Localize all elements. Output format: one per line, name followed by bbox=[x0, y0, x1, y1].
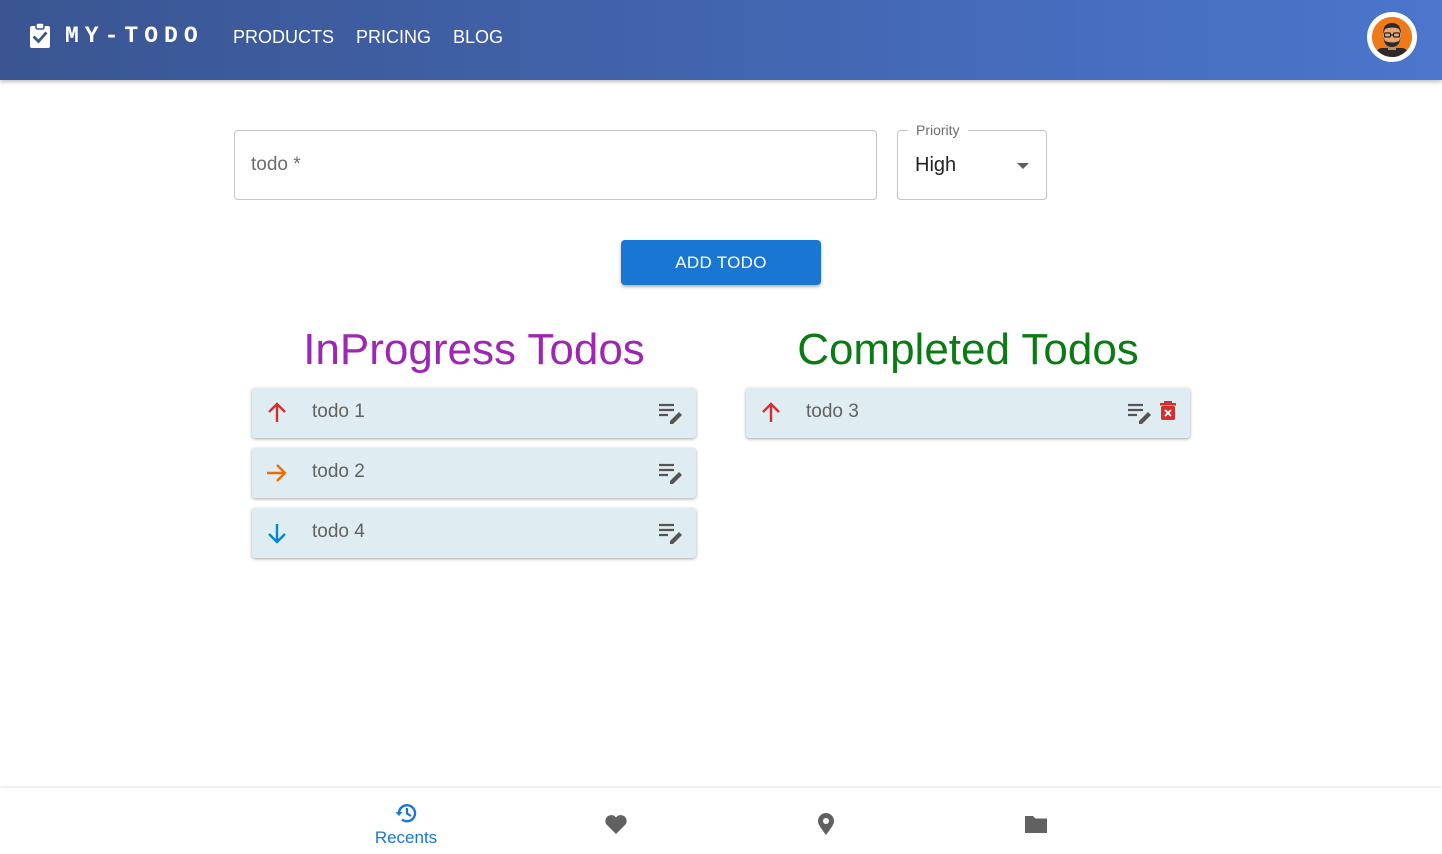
brand[interactable]: MY-TODO bbox=[28, 22, 204, 50]
top-nav: PRODUCTS PRICING BLOG bbox=[223, 26, 513, 48]
edit-note-icon[interactable] bbox=[658, 462, 684, 484]
inprogress-todo-card[interactable]: todo 4 bbox=[252, 508, 696, 558]
completed-todo-card[interactable]: todo 3 bbox=[746, 388, 1190, 438]
todo-text: todo 1 bbox=[312, 401, 365, 422]
bottom-nav-recents[interactable]: Recents bbox=[301, 788, 511, 854]
bottom-nav-folder[interactable] bbox=[931, 788, 1141, 854]
inprogress-title: InProgress Todos bbox=[303, 325, 645, 374]
priority-select[interactable]: Priority High bbox=[897, 121, 1047, 200]
brand-name: MY-TODO bbox=[65, 23, 204, 49]
inprogress-todo-card[interactable]: todo 1 bbox=[252, 388, 696, 438]
bottom-nav-nearby[interactable] bbox=[721, 788, 931, 854]
edit-note-icon[interactable] bbox=[658, 402, 684, 424]
bottom-nav-favorites[interactable] bbox=[511, 788, 721, 854]
arrow-up-icon bbox=[758, 400, 784, 426]
arrow-down-icon bbox=[264, 520, 290, 546]
app-bar: MY-TODO PRODUCTS PRICING BLOG bbox=[0, 0, 1442, 80]
inprogress-todo-card[interactable]: todo 2 bbox=[252, 448, 696, 498]
priority-label: Priority bbox=[908, 121, 968, 139]
todo-field[interactable] bbox=[234, 130, 877, 200]
priority-value: High bbox=[915, 154, 957, 176]
nav-products[interactable]: PRODUCTS bbox=[223, 26, 344, 48]
todo-text: todo 4 bbox=[312, 521, 365, 542]
arrow-right-icon bbox=[264, 460, 290, 486]
caret-down-icon bbox=[1017, 163, 1029, 169]
edit-note-icon[interactable] bbox=[658, 522, 684, 544]
folder-icon bbox=[1025, 816, 1047, 833]
heart-icon bbox=[605, 815, 627, 834]
edit-note-icon[interactable] bbox=[1127, 402, 1153, 424]
avatar bbox=[1372, 17, 1412, 57]
clipboard-check-icon bbox=[28, 22, 52, 50]
nav-pricing[interactable]: PRICING bbox=[346, 26, 441, 48]
todo-text: todo 3 bbox=[806, 401, 859, 422]
history-icon bbox=[395, 804, 417, 823]
bottom-navigation: Recents bbox=[0, 788, 1442, 854]
delete-icon[interactable] bbox=[1159, 400, 1177, 422]
nav-blog[interactable]: BLOG bbox=[443, 26, 513, 48]
arrow-up-icon bbox=[264, 400, 290, 426]
bottom-nav-label: Recents bbox=[374, 828, 438, 847]
location-pin-icon bbox=[818, 813, 834, 835]
completed-title: Completed Todos bbox=[797, 325, 1139, 374]
todo-input[interactable] bbox=[251, 131, 851, 199]
user-avatar-button[interactable] bbox=[1367, 12, 1417, 62]
add-todo-button[interactable]: ADD TODO bbox=[621, 240, 821, 285]
todo-text: todo 2 bbox=[312, 461, 365, 482]
